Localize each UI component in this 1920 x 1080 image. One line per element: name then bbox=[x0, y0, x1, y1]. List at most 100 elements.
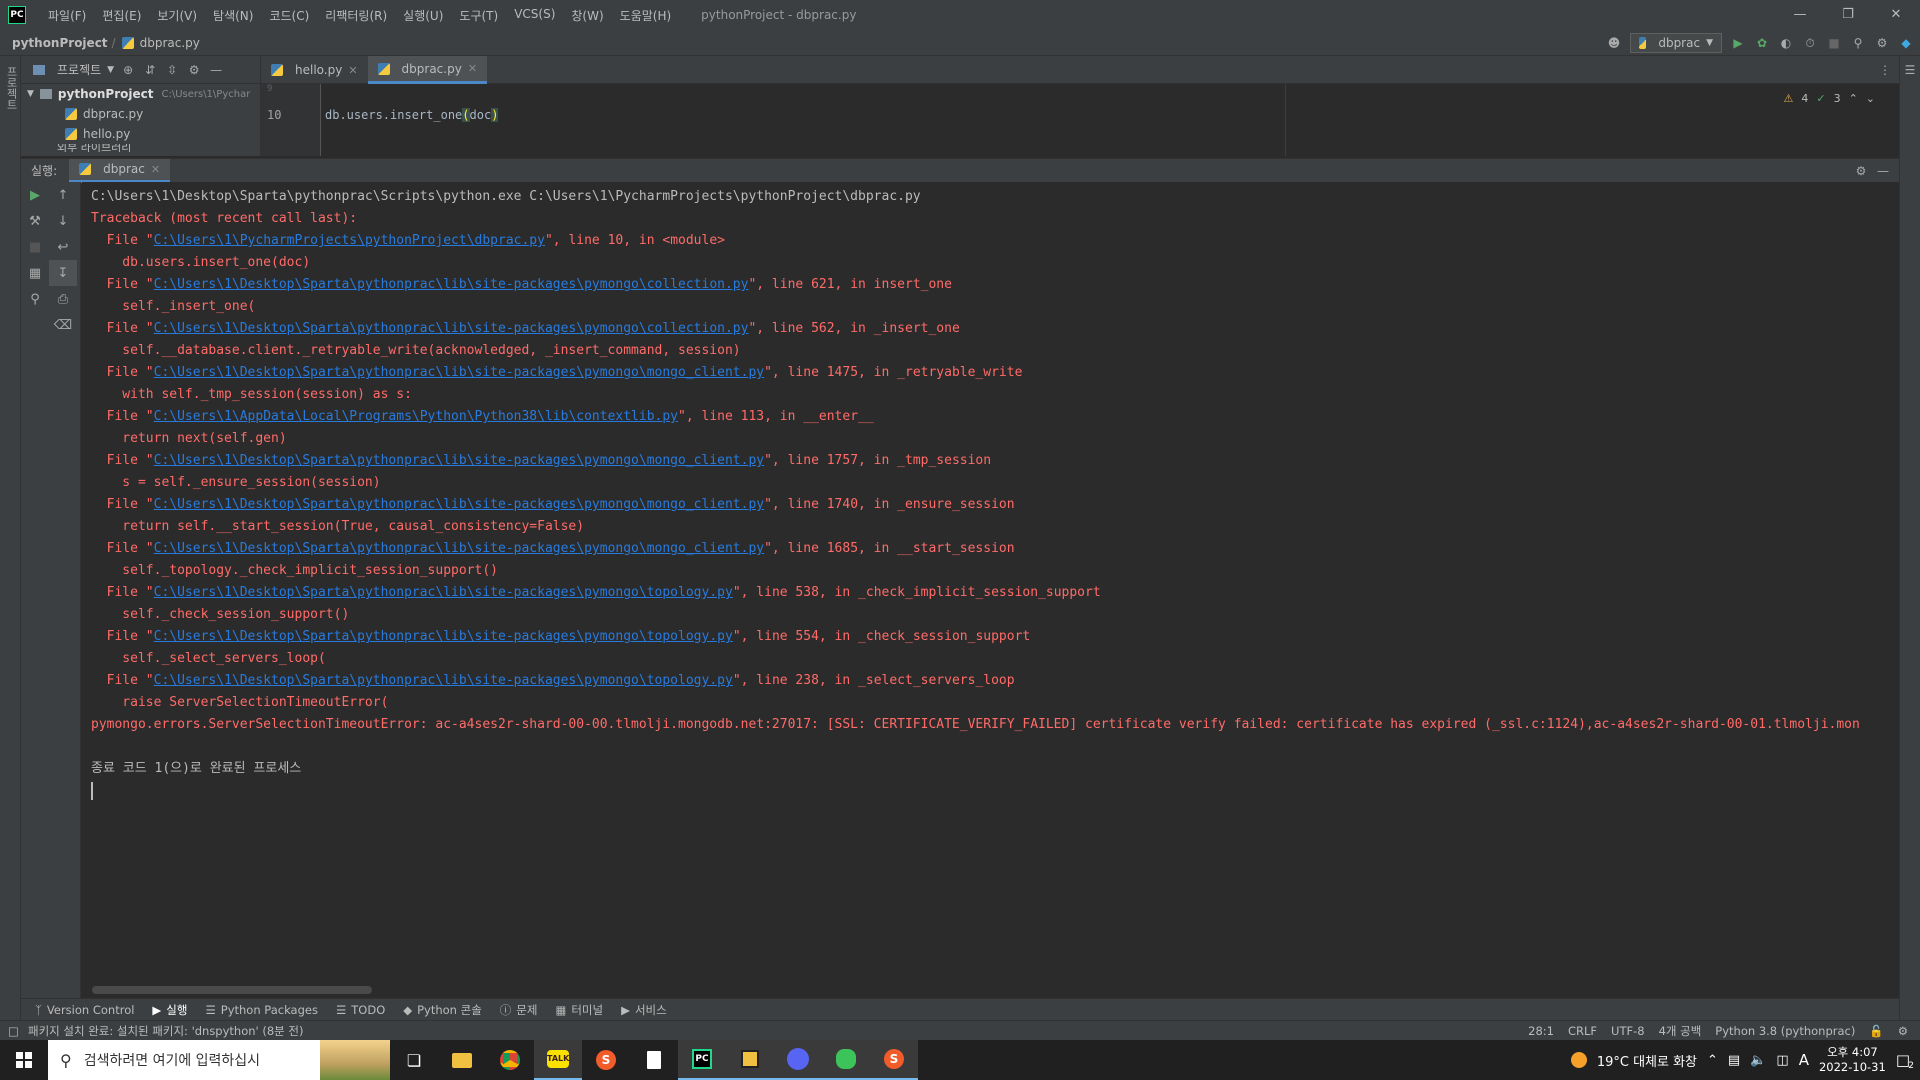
more-icon[interactable]: ⋮ bbox=[1877, 62, 1893, 78]
ime-indicator[interactable]: A bbox=[1799, 1051, 1809, 1069]
breadcrumb-file[interactable]: dbprac.py bbox=[140, 36, 200, 50]
breadcrumb-project[interactable]: pythonProject bbox=[0, 36, 108, 50]
code-line[interactable]: db.users.insert_one(doc) bbox=[325, 108, 499, 122]
chrome-icon[interactable] bbox=[486, 1040, 534, 1080]
horizontal-scrollbar[interactable] bbox=[92, 986, 372, 994]
sticky-notes-icon[interactable] bbox=[726, 1040, 774, 1080]
run-config-selector[interactable]: dbprac ▼ bbox=[1630, 33, 1722, 53]
cursor-position[interactable]: 28:1 bbox=[1528, 1024, 1554, 1038]
discord-icon[interactable] bbox=[774, 1040, 822, 1080]
notification-center-icon[interactable]: □ 2 bbox=[1896, 1051, 1914, 1071]
file-path-link[interactable]: C:\Users\1\Desktop\Sparta\pythonprac\lib… bbox=[154, 585, 733, 600]
search-icon[interactable]: ⚲ bbox=[1850, 35, 1866, 51]
inspection-widget[interactable]: ⚠ 4 ✓ 3 ⌃ ⌄ bbox=[1783, 92, 1875, 105]
file-path-link[interactable]: C:\Users\1\Desktop\Sparta\pythonprac\lib… bbox=[154, 673, 733, 688]
menu-navigate[interactable]: 탐색(N) bbox=[205, 7, 261, 24]
gear-icon[interactable]: ⚙ bbox=[1874, 35, 1890, 51]
tab-dbprac-py[interactable]: dbprac.py ✕ bbox=[367, 56, 488, 84]
run-icon[interactable]: ▶ bbox=[1730, 35, 1746, 51]
file-encoding[interactable]: UTF-8 bbox=[1611, 1024, 1645, 1038]
file-path-link[interactable]: C:\Users\1\Desktop\Sparta\pythonprac\lib… bbox=[154, 365, 764, 380]
green-app-icon[interactable] bbox=[822, 1040, 870, 1080]
close-icon[interactable]: ✕ bbox=[468, 62, 477, 75]
menu-window[interactable]: 창(W) bbox=[563, 7, 611, 24]
menu-tools[interactable]: 도구(T) bbox=[451, 7, 506, 24]
profile-icon[interactable]: ⏱ bbox=[1802, 35, 1818, 51]
stop-icon[interactable]: ■ bbox=[1826, 35, 1842, 51]
menu-code[interactable]: 코드(C) bbox=[261, 7, 317, 24]
menu-vcs[interactable]: VCS(S) bbox=[506, 7, 563, 24]
file-path-link[interactable]: C:\Users\1\Desktop\Sparta\pythonprac\lib… bbox=[154, 453, 764, 468]
close-icon[interactable]: ✕ bbox=[151, 163, 160, 176]
print-icon[interactable]: ⎙ bbox=[49, 286, 77, 312]
run-console[interactable]: C:\Users\1\Desktop\Sparta\pythonprac\Scr… bbox=[82, 182, 1899, 998]
network-icon[interactable]: ▤ bbox=[1728, 1053, 1740, 1068]
expand-all-icon[interactable]: ⇵ bbox=[142, 62, 158, 78]
status-message[interactable]: 패키지 설치 완료: 설치된 패키지: 'dnspython' (8분 전) bbox=[0, 1023, 303, 1039]
file-path-link[interactable]: C:\Users\1\Desktop\Sparta\pythonprac\lib… bbox=[154, 541, 764, 556]
arrow-down-icon[interactable]: ↓ bbox=[49, 208, 77, 234]
tab-python-packages[interactable]: ☰ Python Packages bbox=[205, 1003, 318, 1017]
close-window-button[interactable]: ✕ bbox=[1872, 0, 1920, 30]
app-s-icon[interactable]: S bbox=[582, 1040, 630, 1080]
file-path-link[interactable]: C:\Users\1\Desktop\Sparta\pythonprac\lib… bbox=[154, 629, 733, 644]
task-view-icon[interactable]: ❏ bbox=[390, 1040, 438, 1080]
tab-problems[interactable]: ⓘ 문제 bbox=[500, 1002, 538, 1018]
menu-help[interactable]: 도움말(H) bbox=[612, 7, 680, 24]
coverage-icon[interactable]: ◐ bbox=[1778, 35, 1794, 51]
file-explorer-icon[interactable] bbox=[438, 1040, 486, 1080]
python-interpreter[interactable]: Python 3.8 (pythonprac) bbox=[1715, 1024, 1855, 1038]
user-icon[interactable]: ☻ bbox=[1606, 35, 1622, 51]
start-button[interactable] bbox=[0, 1040, 48, 1080]
file-path-link[interactable]: C:\Users\1\Desktop\Sparta\pythonprac\lib… bbox=[154, 497, 764, 512]
tab-terminal[interactable]: ▦ 터미널 bbox=[555, 1002, 603, 1018]
notifications-icon[interactable]: ⚙ bbox=[1898, 1024, 1908, 1038]
close-icon[interactable]: ✕ bbox=[348, 64, 357, 77]
collapse-all-icon[interactable]: ⇳ bbox=[164, 62, 180, 78]
soft-wrap-icon[interactable]: ↩ bbox=[49, 234, 77, 260]
file-path-link[interactable]: C:\Users\1\PycharmProjects\pythonProject… bbox=[154, 233, 545, 248]
gear-icon[interactable]: ⚙ bbox=[1853, 163, 1869, 179]
chevron-up-icon[interactable]: ⌃ bbox=[1707, 1053, 1718, 1068]
line-separator[interactable]: CRLF bbox=[1568, 1024, 1597, 1038]
run-tab-dbprac[interactable]: dbprac ✕ bbox=[69, 158, 171, 183]
chevron-down-icon[interactable]: ▼ bbox=[107, 65, 114, 75]
file-path-link[interactable]: C:\Users\1\AppData\Local\Programs\Python… bbox=[154, 409, 678, 424]
weather-text[interactable]: 19°C 대체로 화창 bbox=[1597, 1051, 1697, 1070]
gear-icon[interactable]: ⚙ bbox=[186, 62, 202, 78]
battery-icon[interactable]: ◫ bbox=[1776, 1053, 1788, 1068]
plugin-icon[interactable]: ◆ bbox=[1898, 35, 1914, 51]
tree-item-external-libraries[interactable]: 외부 라이브러리 bbox=[21, 144, 260, 152]
tree-item-file[interactable]: hello.py bbox=[21, 124, 260, 144]
trash-icon[interactable]: ⌫ bbox=[49, 312, 77, 338]
scroll-to-end-icon[interactable]: ↧ bbox=[49, 260, 77, 286]
volume-icon[interactable]: 🔈 bbox=[1750, 1053, 1766, 1068]
pycharm-icon[interactable]: PC bbox=[678, 1040, 726, 1080]
minimize-button[interactable]: — bbox=[1776, 0, 1824, 30]
hide-icon[interactable]: — bbox=[1875, 163, 1891, 179]
menu-run[interactable]: 실행(U) bbox=[395, 7, 451, 24]
tab-todo[interactable]: ☰ TODO bbox=[336, 1003, 385, 1017]
pin-icon[interactable]: ⚲ bbox=[21, 286, 49, 312]
tab-python-console[interactable]: ◆ Python 콘솔 bbox=[403, 1002, 482, 1018]
rerun-icon[interactable]: ▶ bbox=[21, 182, 49, 208]
project-panel-title[interactable]: 프로젝트 bbox=[57, 61, 101, 78]
menu-view[interactable]: 보기(V) bbox=[149, 7, 205, 24]
tree-item-file[interactable]: dbprac.py bbox=[21, 104, 260, 124]
chevron-down-icon[interactable]: ⌄ bbox=[1866, 92, 1875, 105]
tab-run[interactable]: ▶ 실행 bbox=[152, 1002, 187, 1018]
app-s2-icon[interactable]: S bbox=[870, 1040, 918, 1080]
database-icon[interactable]: ☰ bbox=[1902, 62, 1918, 78]
locate-icon[interactable]: ⊕ bbox=[120, 62, 136, 78]
tree-item-project-root[interactable]: ▼ pythonProject C:\Users\1\Pychar bbox=[21, 84, 260, 104]
document-icon[interactable] bbox=[630, 1040, 678, 1080]
maximize-button[interactable]: ❐ bbox=[1824, 0, 1872, 30]
arrow-up-icon[interactable]: ↑ bbox=[49, 182, 77, 208]
tab-services[interactable]: ▶ 서비스 bbox=[621, 1002, 667, 1018]
menu-edit[interactable]: 편집(E) bbox=[94, 7, 149, 24]
project-tool-button[interactable]: 프로젝트 bbox=[3, 66, 19, 110]
taskbar-search-input[interactable]: ⚲ 검색하려면 여기에 입력하십시 bbox=[48, 1040, 390, 1080]
debug-icon[interactable]: ✿ bbox=[1754, 35, 1770, 51]
indent-setting[interactable]: 4개 공백 bbox=[1659, 1023, 1702, 1039]
clock[interactable]: 오후 4:07 2022-10-31 bbox=[1819, 1045, 1886, 1075]
